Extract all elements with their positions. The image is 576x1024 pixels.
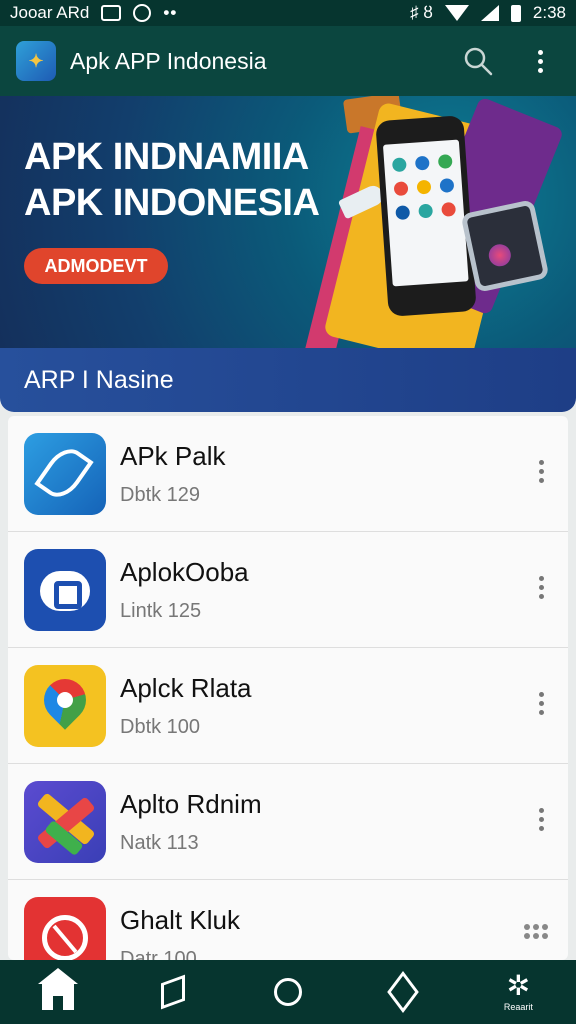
more-notifications-icon: •• bbox=[163, 3, 178, 22]
app-name: Aplto Rdnim bbox=[120, 788, 262, 819]
home-circle-icon bbox=[273, 978, 302, 1006]
more-vert-icon[interactable] bbox=[539, 808, 544, 831]
map-pin-icon bbox=[24, 664, 106, 747]
list-item[interactable]: APk Palk Dbtk 129 bbox=[8, 416, 568, 532]
wifi-icon bbox=[444, 5, 469, 21]
banner-cta-button[interactable]: ADMODEVT bbox=[24, 248, 168, 284]
clock-time: 2:38 bbox=[532, 3, 566, 22]
cloud-icon bbox=[24, 548, 106, 631]
app-bar: ✦ Apk APP Indonesia bbox=[0, 26, 576, 96]
nav-home-button[interactable] bbox=[28, 964, 88, 1020]
status-indicators: ♯ ȣ bbox=[410, 3, 433, 22]
nav-back-button[interactable] bbox=[143, 964, 203, 1020]
promo-banner[interactable]: APK INDNAMIIA APK INDONESIA ADMODEVT bbox=[0, 96, 576, 348]
app-logo-icon[interactable]: ✦ bbox=[16, 41, 56, 81]
list-item[interactable]: Aplto Rdnim Natk 113 bbox=[8, 764, 568, 880]
app-name: AplokOoba bbox=[120, 556, 249, 587]
carrier-label: Jooar ARd bbox=[10, 3, 90, 22]
stripes-icon bbox=[24, 780, 106, 863]
search-icon bbox=[464, 47, 493, 76]
more-vert-icon bbox=[537, 49, 543, 73]
app-subtitle: Lintk 125 bbox=[120, 599, 202, 622]
overflow-menu-button[interactable] bbox=[520, 41, 560, 81]
navigation-bar: ✲ Reaarit bbox=[0, 960, 576, 1024]
leaf-icon bbox=[24, 432, 106, 515]
nav-extra-button[interactable]: ✲ Reaarit bbox=[488, 964, 548, 1020]
status-bar: Jooar ARd •• ♯ ȣ 2:38 bbox=[0, 0, 576, 26]
section-header: ARP I Nasine bbox=[0, 348, 576, 412]
signal-icon bbox=[480, 5, 499, 21]
shield-notification-icon bbox=[133, 4, 152, 22]
list-item[interactable]: Aplck Rlata Dbtk 100 bbox=[8, 648, 568, 764]
nav-extra-label: Reaarit bbox=[503, 1002, 533, 1012]
spark-icon: ✲ bbox=[506, 970, 531, 1001]
list-item[interactable]: AplokOoba Lintk 125 bbox=[8, 532, 568, 648]
search-button[interactable] bbox=[458, 41, 498, 81]
app-subtitle: Dbtk 100 bbox=[120, 715, 201, 738]
battery-icon bbox=[510, 4, 521, 22]
more-vert-icon[interactable] bbox=[539, 576, 544, 599]
app-title: Apk APP Indonesia bbox=[70, 47, 267, 74]
nav-circle-button[interactable] bbox=[258, 964, 318, 1020]
app-subtitle: Natk 113 bbox=[120, 831, 199, 854]
more-vert-icon[interactable] bbox=[539, 460, 544, 483]
banner-title: APK INDNAMIIA APK INDONESIA bbox=[24, 136, 320, 224]
app-list: APk Palk Dbtk 129 AplokOoba Lintk 125 Ap… bbox=[8, 416, 568, 960]
list-item[interactable]: Ghalt Kluk Datr 100 bbox=[8, 880, 568, 960]
nav-recents-button[interactable] bbox=[373, 964, 433, 1020]
app-subtitle: Dbtk 129 bbox=[120, 483, 201, 506]
app-name: APk Palk bbox=[120, 440, 226, 471]
clock-icon bbox=[24, 896, 106, 960]
back-square-icon bbox=[160, 974, 185, 1010]
more-vert-icon[interactable] bbox=[539, 692, 544, 715]
home-icon bbox=[37, 968, 78, 1010]
app-subtitle: Datr 100 bbox=[120, 947, 197, 961]
app-name: Ghalt Kluk bbox=[120, 904, 240, 935]
image-notification-icon bbox=[101, 5, 122, 21]
recents-triangle-icon bbox=[387, 971, 419, 1013]
app-name: Aplck Rlata bbox=[120, 672, 252, 703]
phone-illustration bbox=[375, 115, 477, 317]
camera-illustration bbox=[460, 199, 550, 293]
grid-menu-icon[interactable] bbox=[524, 924, 548, 939]
